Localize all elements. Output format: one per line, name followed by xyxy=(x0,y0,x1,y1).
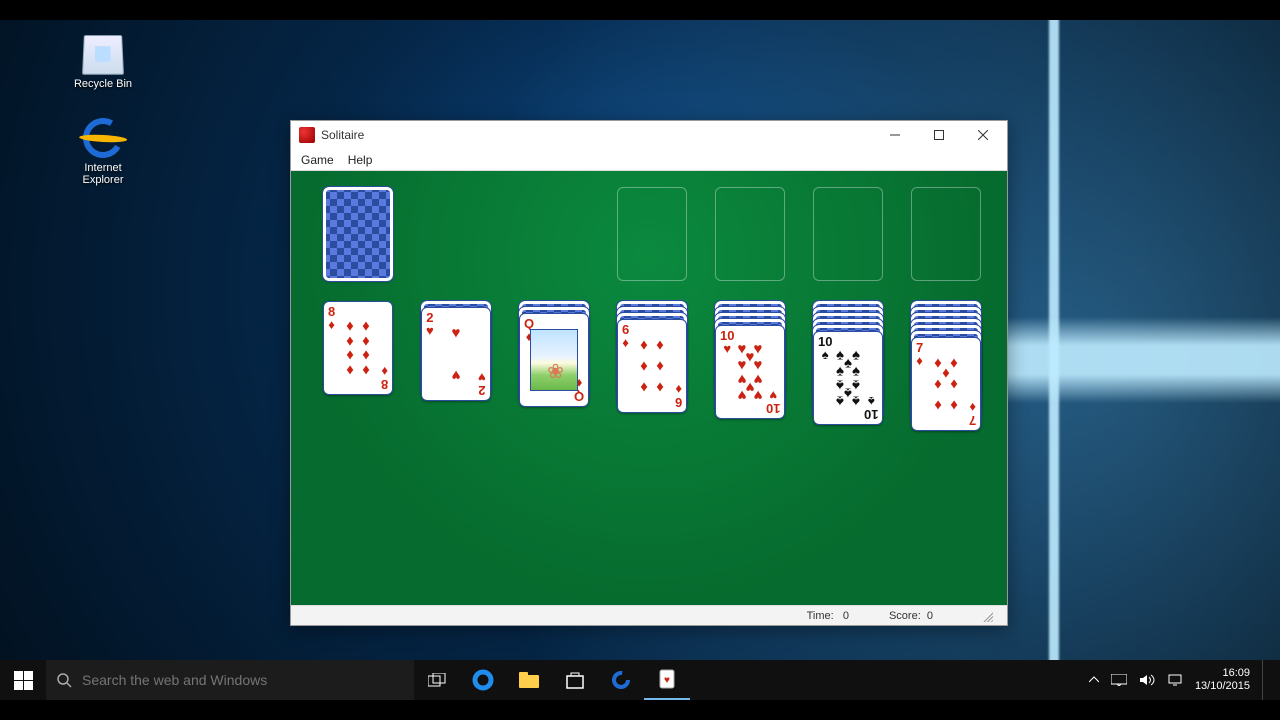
card-6♦[interactable]: 6♦6♦♦♦♦♦♦♦ xyxy=(617,319,687,413)
game-area: 8♦8♦♦♦♦♦♦♦♦♦ 2♥2♥♥♥ Q♦Q♦ 6♦6♦♦♦♦♦♦♦ 10♥10♥♥♥… xyxy=(291,171,1007,605)
foundation-slot-3[interactable] xyxy=(813,187,883,281)
volume-icon[interactable] xyxy=(1139,674,1155,686)
taskbar-item-file-explorer[interactable] xyxy=(506,660,552,700)
system-tray: 16:09 13/10/2015 xyxy=(1079,660,1280,700)
card-10♥[interactable]: 10♥10♥♥♥♥♥♥♥♥♥♥♥ xyxy=(715,325,785,419)
minimize-button[interactable] xyxy=(873,121,917,149)
foundation-slot-4[interactable] xyxy=(911,187,981,281)
card-2♥[interactable]: 2♥2♥♥♥ xyxy=(421,307,491,401)
maximize-button[interactable] xyxy=(917,121,961,149)
start-button[interactable] xyxy=(0,660,46,700)
clock-date: 13/10/2015 xyxy=(1195,680,1250,693)
ie-icon xyxy=(611,670,631,690)
minimize-icon xyxy=(890,130,900,140)
desktop-wallpaper[interactable]: Recycle Bin Internet Explorer Solitaire … xyxy=(0,0,1280,720)
letterbox-top xyxy=(0,0,1280,20)
taskbar-search[interactable] xyxy=(46,660,414,700)
windows-logo-icon xyxy=(14,671,33,690)
status-time: Time: 0 xyxy=(807,610,849,622)
desktop-icon-recycle-bin[interactable]: Recycle Bin xyxy=(66,34,140,90)
card-8♦[interactable]: 8♦8♦♦♦♦♦♦♦♦♦ xyxy=(323,301,393,395)
task-view-button[interactable] xyxy=(414,660,460,700)
taskbar-clock[interactable]: 16:09 13/10/2015 xyxy=(1195,667,1250,692)
maximize-icon xyxy=(934,130,944,140)
tray-chevron-up-icon[interactable] xyxy=(1089,675,1099,685)
desktop-icon-ie[interactable]: Internet Explorer xyxy=(66,118,140,186)
status-bar: Time: 0 Score: 0 xyxy=(291,605,1007,625)
window-title: Solitaire xyxy=(321,128,364,142)
taskbar: ♥ 16:09 13/10/2015 xyxy=(0,660,1280,700)
solitaire-icon: ♥ xyxy=(659,669,675,689)
app-icon xyxy=(299,127,315,143)
title-bar[interactable]: Solitaire xyxy=(291,121,1007,149)
clock-time: 16:09 xyxy=(1195,667,1250,680)
store-icon xyxy=(565,670,585,690)
menu-bar: Game Help xyxy=(291,149,1007,171)
recycle-bin-icon xyxy=(82,35,124,75)
stock-pile[interactable] xyxy=(323,187,393,281)
card-10♠[interactable]: 10♠10♠♠♠♠♠♠♠♠♠♠♠ xyxy=(813,331,883,425)
menu-help[interactable]: Help xyxy=(348,153,373,167)
search-input[interactable] xyxy=(82,672,414,688)
picture-card-art xyxy=(530,329,578,391)
taskbar-item-ie[interactable] xyxy=(598,660,644,700)
search-icon xyxy=(56,672,72,688)
network-icon[interactable] xyxy=(1167,673,1183,687)
taskbar-item-store[interactable] xyxy=(552,660,598,700)
desktop-icon-label: Internet Explorer xyxy=(66,162,140,186)
status-score: Score: 0 xyxy=(889,610,933,622)
foundation-slot-2[interactable] xyxy=(715,187,785,281)
solitaire-window[interactable]: Solitaire Game Help 8♦8♦♦♦♦ xyxy=(290,120,1008,626)
show-desktop-button[interactable] xyxy=(1262,660,1270,700)
desktop-icon-label: Recycle Bin xyxy=(66,78,140,90)
letterbox-bottom xyxy=(0,700,1280,720)
taskbar-item-edge[interactable] xyxy=(460,660,506,700)
edge-icon xyxy=(472,669,494,691)
close-button[interactable] xyxy=(961,121,1005,149)
foundation-slot-1[interactable] xyxy=(617,187,687,281)
resize-grip[interactable] xyxy=(981,610,993,622)
svg-text:♥: ♥ xyxy=(664,675,670,686)
card-Q♦[interactable]: Q♦Q♦ xyxy=(519,313,589,407)
ie-icon xyxy=(79,114,128,163)
taskbar-item-solitaire[interactable]: ♥ xyxy=(644,660,690,700)
action-center-icon[interactable] xyxy=(1111,674,1127,686)
close-icon xyxy=(978,130,988,140)
file-explorer-icon xyxy=(518,671,540,689)
card-7♦[interactable]: 7♦7♦♦♦♦♦♦♦♦ xyxy=(911,337,981,431)
task-view-icon xyxy=(428,673,446,687)
menu-game[interactable]: Game xyxy=(301,153,334,167)
